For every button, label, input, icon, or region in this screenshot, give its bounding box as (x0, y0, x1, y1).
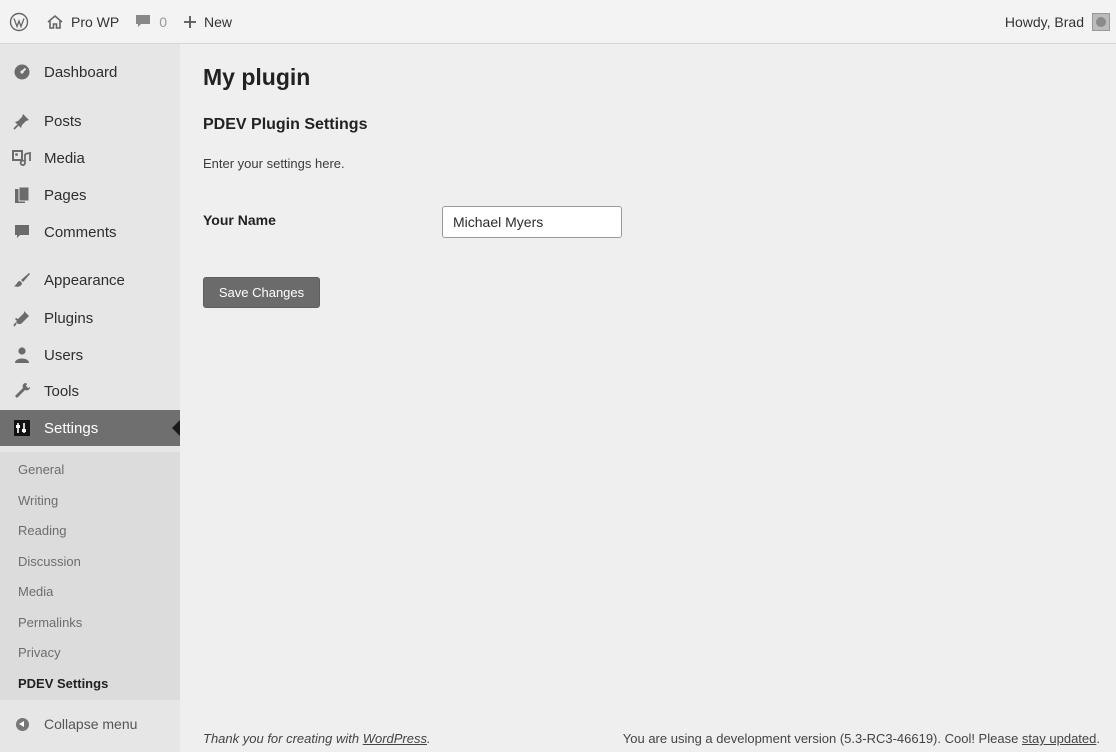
comments-count: 0 (159, 13, 168, 30)
footer-version-text: You are using a development version (5.3… (622, 731, 1022, 746)
submenu-item-general[interactable]: General (18, 462, 64, 477)
pin-icon (0, 112, 44, 130)
new-content-link[interactable]: New (175, 0, 240, 44)
stay-updated-link[interactable]: stay updated (1022, 731, 1096, 746)
settings-submenu: General Writing Reading Discussion Media… (0, 452, 180, 700)
your-name-input[interactable] (442, 206, 622, 238)
user-account-menu[interactable]: Howdy, Brad (997, 0, 1116, 44)
media-icon (0, 149, 44, 167)
sidebar-item-label: Posts (44, 112, 82, 130)
active-indicator-arrow (172, 420, 180, 436)
home-icon (47, 14, 63, 29)
submenu-item-reading[interactable]: Reading (18, 523, 66, 538)
user-icon (0, 346, 44, 364)
site-name: Pro WP (71, 13, 120, 30)
sidebar-item-label: Users (44, 346, 84, 364)
sidebar-item-label: Tools (44, 382, 80, 400)
submenu-item-media[interactable]: Media (18, 584, 53, 599)
footer-thankyou-text: Thank you for creating with (203, 731, 363, 746)
admin-bar: Pro WP 0 New Howdy, Brad (0, 0, 1116, 44)
sidebar-item-settings[interactable]: Settings (0, 410, 180, 446)
pages-icon (0, 186, 44, 204)
submenu-item-pdev-settings[interactable]: PDEV Settings (18, 676, 108, 691)
sidebar-item-label: Appearance (44, 271, 125, 289)
sidebar-item-posts[interactable]: Posts (0, 103, 180, 139)
sidebar-item-media[interactable]: Media (0, 140, 180, 176)
sidebar-item-label: Media (44, 149, 85, 167)
wordpress-link[interactable]: WordPress (363, 731, 427, 746)
avatar (1092, 12, 1110, 31)
section-description: Enter your settings here. (203, 156, 345, 171)
sidebar-item-label: Settings (44, 419, 99, 437)
comment-icon (0, 224, 44, 240)
sidebar-item-pages[interactable]: Pages (0, 177, 180, 213)
plus-icon (184, 15, 197, 28)
sidebar-item-label: Pages (44, 186, 87, 204)
sidebar-item-users[interactable]: Users (0, 337, 180, 373)
sidebar-item-comments[interactable]: Comments (0, 214, 180, 250)
page-title: My plugin (203, 64, 311, 90)
footer-version-suffix: . (1096, 731, 1100, 746)
submenu-item-privacy[interactable]: Privacy (18, 645, 61, 660)
collapse-icon (15, 717, 29, 731)
wordpress-logo-button[interactable] (0, 0, 38, 44)
new-label: New (204, 13, 233, 30)
sidebar-item-tools[interactable]: Tools (0, 373, 180, 409)
sidebar-item-appearance[interactable]: Appearance (0, 262, 180, 298)
submenu-item-discussion[interactable]: Discussion (18, 554, 81, 569)
sidebar-item-label: Comments (44, 223, 117, 241)
collapse-menu-button[interactable]: Collapse menu (0, 712, 137, 736)
footer-thankyou-suffix: . (427, 731, 431, 746)
save-changes-button[interactable]: Save Changes (203, 277, 320, 308)
admin-sidebar: Dashboard Posts Media Pages Comments App… (0, 44, 180, 752)
section-title: PDEV Plugin Settings (203, 116, 368, 133)
your-name-label: Your Name (203, 212, 276, 228)
sidebar-item-label: Plugins (44, 309, 94, 327)
plug-icon (0, 309, 44, 327)
comment-icon (136, 15, 151, 27)
collapse-menu-label: Collapse menu (44, 716, 138, 732)
wrench-icon (0, 382, 44, 400)
site-name-link[interactable]: Pro WP (38, 0, 127, 44)
comments-link[interactable]: 0 (127, 0, 175, 44)
sidebar-item-plugins[interactable]: Plugins (0, 300, 180, 336)
sidebar-item-label: Dashboard (44, 63, 118, 81)
user-greeting: Howdy, Brad (1004, 13, 1084, 30)
sidebar-item-dashboard[interactable]: Dashboard (0, 54, 180, 90)
brush-icon (0, 271, 44, 289)
submenu-item-writing[interactable]: Writing (18, 493, 58, 508)
dashboard-icon (0, 63, 44, 81)
footer-version: You are using a development version (5.3… (623, 731, 1100, 746)
footer-thankyou: Thank you for creating with WordPress. (203, 731, 431, 746)
wordpress-icon (9, 12, 29, 31)
submenu-item-permalinks[interactable]: Permalinks (18, 615, 82, 630)
settings-icon (0, 419, 44, 437)
